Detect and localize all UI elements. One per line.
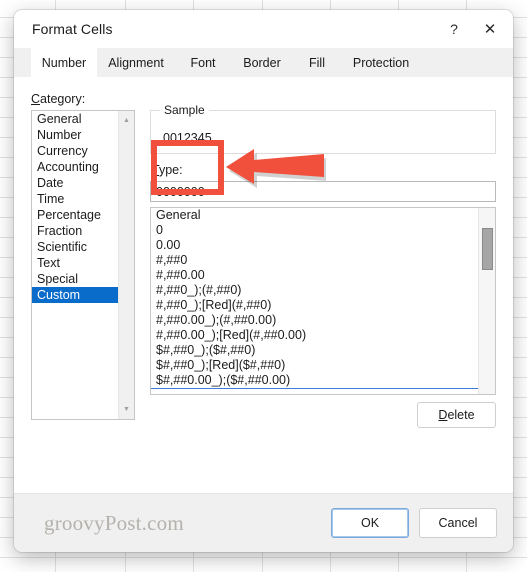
number-options-column: Sample 0012345 Type: General00.00#,##0#,… [150, 103, 496, 494]
sample-value: 0012345 [163, 131, 212, 145]
grid-row-line [0, 557, 527, 558]
tab-strip: Number Alignment Font Border Fill Protection [14, 48, 513, 77]
tab-fill[interactable]: Fill [293, 48, 341, 77]
dialog-titlebar: Format Cells ? ✕ [14, 10, 513, 48]
cancel-button[interactable]: Cancel [419, 508, 497, 538]
sample-legend: Sample [160, 103, 209, 117]
delete-button[interactable]: Delete [417, 402, 496, 428]
close-icon[interactable]: ✕ [477, 16, 503, 42]
type-label: Type: [152, 163, 183, 177]
format-code-item[interactable]: #,##0.00_);[Red](#,##0.00) [151, 328, 479, 343]
tab-font[interactable]: Font [175, 48, 231, 77]
ok-button[interactable]: OK [331, 508, 409, 538]
category-list-scrollbar[interactable]: ▲ ▼ [118, 111, 134, 419]
help-icon[interactable]: ? [441, 16, 467, 42]
triangle-down-icon[interactable]: ▼ [119, 402, 134, 417]
category-label: Category: [31, 92, 86, 106]
dialog-footer: groovyPost.com OK Cancel [14, 493, 513, 552]
format-code-list-items: General 0 0.00 #,##0 #,##0.00 #,##0_);(#,##0)… [151, 208, 479, 394]
format-code-item[interactable]: #,##0_);[Red](#,##0) [151, 298, 479, 313]
tab-number[interactable]: Number [31, 48, 97, 77]
category-list[interactable]: General Number Currency Accounting Date Time P… [31, 110, 135, 420]
dialog-title: Format Cells [32, 21, 113, 37]
format-code-item[interactable]: $#,##0.00_);($#,##0.00) [151, 373, 479, 389]
type-input[interactable] [150, 181, 496, 202]
format-code-item[interactable]: #,##0_);(#,##0) [151, 283, 479, 298]
format-code-item[interactable]: 0 [151, 223, 479, 238]
scrollbar-thumb[interactable] [482, 228, 493, 270]
format-cells-dialog: Format Cells ? ✕ Number Alignment Font Bord… [14, 10, 513, 552]
tab-alignment[interactable]: Alignment [97, 48, 175, 77]
format-code-item[interactable]: $#,##0_);[Red]($#,##0) [151, 358, 479, 373]
format-code-item[interactable]: General [151, 208, 479, 223]
tab-border[interactable]: Border [231, 48, 293, 77]
format-code-item[interactable]: #,##0.00_);(#,##0.00) [151, 313, 479, 328]
format-code-item[interactable]: #,##0 [151, 253, 479, 268]
sample-group: Sample 0012345 [150, 103, 496, 154]
triangle-up-icon[interactable]: ▲ [119, 113, 134, 128]
format-code-item[interactable]: #,##0.00 [151, 268, 479, 283]
watermark: groovyPost.com [44, 511, 184, 535]
format-code-list[interactable]: General 0 0.00 #,##0 #,##0.00 #,##0_);(#,##0)… [150, 207, 496, 395]
number-tab-panel: Category: General Number Currency Accountin… [14, 77, 513, 523]
format-code-item[interactable]: 0.00 [151, 238, 479, 253]
format-code-list-scrollbar[interactable] [478, 208, 495, 394]
format-code-item[interactable]: $#,##0_);($#,##0) [151, 343, 479, 358]
tab-protection[interactable]: Protection [341, 48, 421, 77]
